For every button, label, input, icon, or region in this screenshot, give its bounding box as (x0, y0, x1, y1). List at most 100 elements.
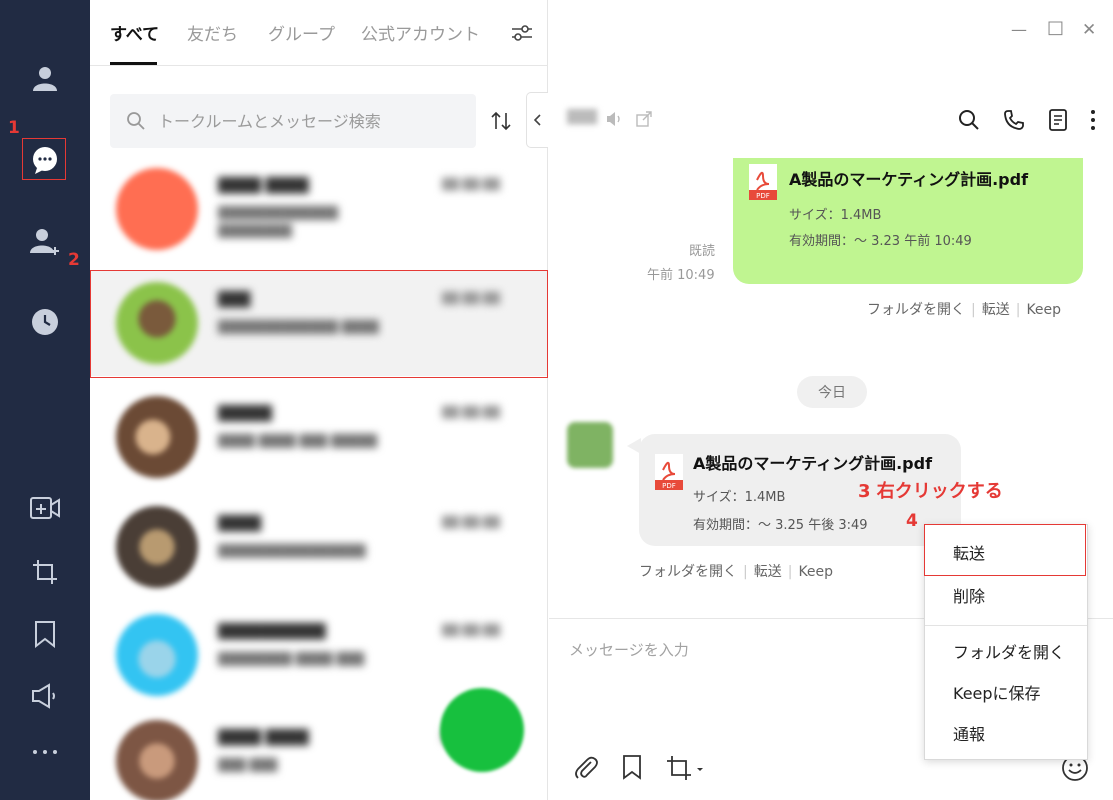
chat-name: █████ (218, 406, 272, 422)
action-separator: | (787, 564, 793, 580)
new-chat-fab[interactable] (440, 688, 524, 772)
search-icon (127, 112, 145, 130)
news-nav-button[interactable] (25, 676, 65, 716)
pdf-file-icon: PDF (655, 454, 683, 490)
avatar (116, 396, 198, 478)
tab-official-accounts[interactable]: 公式アカウント (361, 20, 480, 45)
more-nav-button[interactable] (25, 732, 65, 772)
chat-preview: ███ ███ (218, 758, 278, 772)
message-input[interactable] (569, 638, 909, 662)
phone-icon[interactable] (1002, 108, 1026, 132)
annotation-box-forward (924, 524, 1086, 576)
bookmark-icon[interactable] (621, 754, 643, 780)
action-separator: | (1015, 302, 1021, 318)
chat-list-pane: すべて 友だち グループ 公式アカウント トークルームとメッセージ検索 ████… (90, 0, 548, 800)
message-time: 午前 10:49 (647, 268, 715, 283)
minimize-button[interactable]: — (1011, 20, 1027, 39)
annotation-step-3: 3 右クリックする (858, 481, 1003, 502)
announce-icon (32, 683, 55, 709)
chat-search-box (110, 94, 476, 148)
kebab-icon[interactable] (1089, 108, 1097, 132)
chat-list-item[interactable]: ████ ████ █████████████ ████████ ██ ██:█… (90, 156, 548, 262)
keep-link[interactable]: Keep (1026, 302, 1061, 318)
attach-icon[interactable] (573, 754, 599, 782)
annotation-step-1: 1 (8, 118, 20, 138)
chat-time: ██ ██:██ (442, 406, 500, 419)
chat-header-name: ███ (567, 110, 597, 125)
file-size: サイズ：1.4MB (789, 208, 882, 223)
bookmark-icon (35, 621, 55, 648)
action-separator: | (743, 564, 748, 580)
crop-icon (33, 560, 57, 584)
chat-name: ████ ████ (218, 730, 309, 746)
chat-list-item[interactable]: ████ ████████████████ ██ ██:██ (90, 494, 548, 600)
chat-preview: █████████████ ████████ (218, 206, 338, 238)
action-separator: | (971, 302, 976, 318)
open-folder-link[interactable]: フォルダを開く (867, 302, 965, 318)
menu-separator (925, 625, 1087, 626)
keep-nav-button[interactable] (25, 614, 65, 654)
avatar (116, 506, 198, 588)
friends-nav-button[interactable] (25, 58, 65, 98)
chat-search-input[interactable] (158, 108, 458, 134)
search-icon[interactable] (957, 108, 981, 132)
annotation-box-chat-row (90, 270, 548, 378)
chat-name: ████ (218, 516, 262, 532)
pdf-label: PDF (662, 482, 676, 490)
chat-preview: ████████ ████ ███ (218, 652, 365, 666)
crop-dropdown-icon[interactable] (665, 754, 705, 782)
file-name: A製品のマーケティング計画.pdf (693, 454, 933, 473)
line-desktop-app: すべて 友だち グループ 公式アカウント トークルームとメッセージ検索 ████… (0, 0, 1113, 800)
video-call-icon (30, 497, 60, 519)
forward-link[interactable]: 転送 (754, 564, 782, 580)
clock-icon (32, 309, 58, 335)
outgoing-file-actions: フォルダを開く | 転送 | Keep (867, 299, 1061, 319)
video-call-nav-button[interactable] (25, 488, 65, 528)
filter-settings-icon[interactable] (510, 22, 534, 44)
file-size: サイズ：1.4MB (693, 490, 786, 505)
tab-groups[interactable]: グループ (268, 20, 335, 45)
sender-avatar[interactable] (567, 422, 613, 468)
pdf-label: PDF (756, 192, 770, 200)
chat-preview: ████ ████ ███ █████ (218, 434, 378, 448)
menu-item-save-to-keep[interactable]: Keepに保存 (925, 673, 1087, 711)
chat-time: ██ ██:██ (442, 624, 500, 637)
chevron-left-icon (533, 114, 541, 126)
avatar (116, 720, 198, 800)
chat-time: ██ ██:██ (442, 516, 500, 529)
popout-icon[interactable] (635, 110, 653, 128)
annotation-step-4: 4 (906, 511, 918, 531)
person-icon (33, 67, 57, 91)
avatar (116, 614, 198, 696)
open-folder-link[interactable]: フォルダを開く (639, 564, 737, 580)
chat-preview: ████████████████ (218, 544, 366, 558)
keep-link[interactable]: Keep (798, 564, 833, 580)
notes-icon[interactable] (1047, 108, 1069, 132)
close-button[interactable]: ✕ (1082, 20, 1096, 40)
add-friend-nav-button[interactable] (25, 222, 65, 262)
mute-icon (607, 112, 620, 126)
tab-friends[interactable]: 友だち (187, 20, 238, 45)
outgoing-file-bubble[interactable]: PDF A製品のマーケティング計画.pdf サイズ：1.4MB 有効期間：～ 3… (733, 158, 1083, 284)
annotation-box-chats (22, 138, 66, 180)
file-name: A製品のマーケティング計画.pdf (789, 170, 1029, 189)
tabs-divider (90, 65, 548, 66)
tab-all[interactable]: すべて (110, 20, 159, 45)
date-divider: 今日 (797, 376, 867, 408)
avatar (116, 168, 198, 250)
add-friend-icon (30, 229, 59, 255)
forward-link[interactable]: 転送 (982, 302, 1010, 318)
maximize-button[interactable]: □ (1047, 17, 1064, 38)
menu-item-delete[interactable]: 削除 (925, 576, 1087, 614)
history-nav-button[interactable] (25, 302, 65, 342)
menu-item-open-folder[interactable]: フォルダを開く (925, 632, 1087, 670)
collapse-list-button[interactable] (526, 92, 548, 148)
file-expiry: 有効期間：～ 3.25 午後 3:49 (693, 518, 868, 533)
screenshot-nav-button[interactable] (25, 552, 65, 592)
annotation-step-2: 2 (68, 250, 80, 270)
sort-icon[interactable] (490, 110, 512, 132)
incoming-file-actions: フォルダを開く | 転送 | Keep (639, 561, 833, 581)
chat-list-item[interactable]: █████ ████ ████ ███ █████ ██ ██:██ (90, 384, 548, 490)
menu-item-report[interactable]: 通報 (925, 714, 1087, 752)
chat-name: ██████████ (218, 624, 326, 640)
